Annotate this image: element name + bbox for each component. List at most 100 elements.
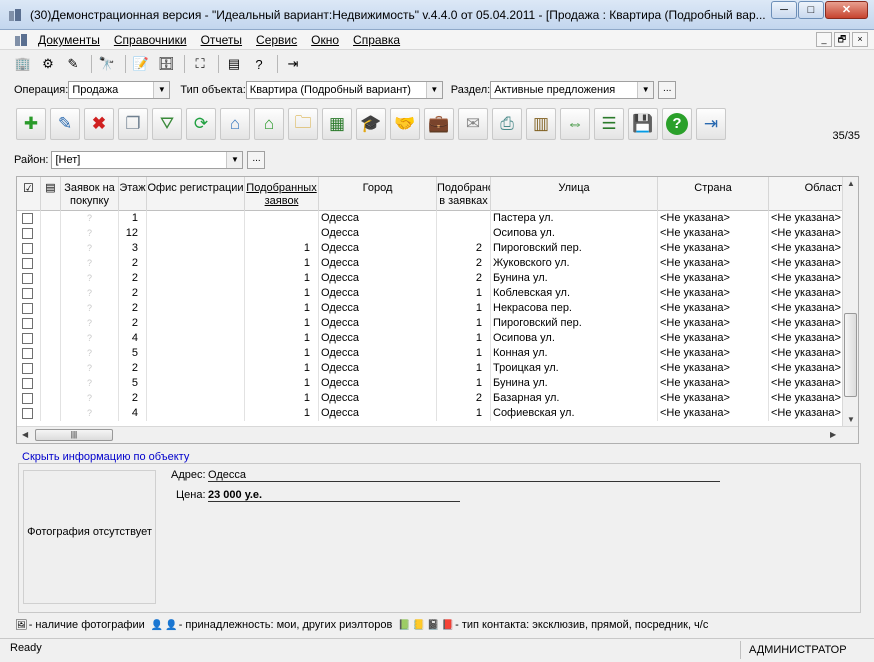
checkbox-icon[interactable]: [22, 288, 33, 299]
checkbox-icon[interactable]: [22, 273, 33, 284]
mdi-minimize-button[interactable]: _: [816, 32, 832, 47]
checklist-icon[interactable]: ✎: [62, 54, 84, 74]
checkbox-icon[interactable]: [22, 378, 33, 389]
row-checkbox[interactable]: [17, 256, 41, 271]
help-icon[interactable]: ?: [662, 108, 692, 140]
menu-reports[interactable]: Отчеты: [201, 33, 242, 47]
row-checkbox[interactable]: [17, 331, 41, 346]
vertical-scroll-thumb[interactable]: [844, 313, 857, 397]
column-header-street[interactable]: Улица: [491, 177, 658, 211]
table-row[interactable]: ? 5 1 Одесса 1 Бунина ул. <Не указана> <Не указ…: [17, 376, 843, 391]
row-checkbox[interactable]: [17, 376, 41, 391]
column-header-country[interactable]: Страна: [658, 177, 769, 211]
columns-icon[interactable]: ⇔: [560, 108, 590, 140]
search-house-icon[interactable]: ⌂: [220, 108, 250, 140]
column-header-region[interactable]: Област: [769, 177, 843, 211]
mark-column-icon[interactable]: ▤: [41, 177, 61, 211]
row-checkbox[interactable]: [17, 361, 41, 376]
row-checkbox[interactable]: [17, 286, 41, 301]
table-row[interactable]: ? 2 1 Одесса 1 Некрасова пер. <Не указана> <Не …: [17, 301, 843, 316]
chevron-down-icon[interactable]: ▼: [226, 152, 243, 168]
checkbox-icon[interactable]: [22, 213, 33, 224]
row-checkbox[interactable]: [17, 226, 41, 241]
section-select[interactable]: Активные предложения ▼: [490, 81, 655, 99]
row-checkbox[interactable]: [17, 271, 41, 286]
table-row[interactable]: ? 2 1 Одесса 2 Бунина ул. <Не указана> <Не указ…: [17, 271, 843, 286]
scroll-up-icon[interactable]: ▲: [847, 179, 855, 188]
checkbox-icon[interactable]: [22, 258, 33, 269]
menu-help[interactable]: Справка: [353, 33, 400, 47]
mdi-close-button[interactable]: ×: [852, 32, 868, 47]
copy-doc-icon[interactable]: ❐: [118, 108, 148, 140]
exit-icon[interactable]: ⇥: [282, 54, 304, 74]
card-icon[interactable]: ▤: [223, 54, 245, 74]
filter-add-icon[interactable]: ⛛: [152, 108, 182, 140]
column-header-matched[interactable]: Подобранных заявок: [245, 177, 319, 211]
column-header-office[interactable]: Офис регистрации: [147, 177, 245, 211]
operation-select[interactable]: Продажа ▼: [68, 81, 171, 99]
close-button[interactable]: ✕: [825, 1, 868, 19]
add-doc-icon[interactable]: ✚: [16, 108, 46, 140]
table-icon[interactable]: ▦: [322, 108, 352, 140]
binoculars-icon[interactable]: 🔭: [96, 54, 118, 74]
row-checkbox[interactable]: [17, 241, 41, 256]
tree-icon[interactable]: ⚙: [37, 54, 59, 74]
hide-info-link[interactable]: Скрыть информацию по объекту: [22, 451, 189, 463]
checkbox-icon[interactable]: [22, 408, 33, 419]
building-icon[interactable]: 🏢: [12, 54, 34, 74]
mdi-restore-button[interactable]: 🗗: [834, 32, 850, 47]
table-row[interactable]: ? 4 1 Одесса 1 Осипова ул. <Не указана> <Не ука…: [17, 331, 843, 346]
row-checkbox[interactable]: [17, 211, 41, 226]
row-checkbox[interactable]: [17, 316, 41, 331]
checkbox-icon[interactable]: [22, 348, 33, 359]
menu-window[interactable]: Окно: [311, 33, 339, 47]
checkbox-icon[interactable]: [22, 303, 33, 314]
object-type-select[interactable]: Квартира (Подробный вариант) ▼: [245, 81, 443, 99]
delete-icon[interactable]: ✖: [84, 108, 114, 140]
house-icon[interactable]: ⌂: [254, 108, 284, 140]
column-header-orders[interactable]: Заявок на покупку: [61, 177, 119, 211]
report-icon[interactable]: ☰: [594, 108, 624, 140]
menu-service[interactable]: Сервис: [256, 33, 297, 47]
chevron-down-icon[interactable]: ▼: [637, 82, 654, 98]
chevron-down-icon[interactable]: ▼: [425, 82, 442, 98]
table-row[interactable]: ? 2 1 Одесса 2 Жуковского ул. <Не указана> <Не …: [17, 256, 843, 271]
printer-icon[interactable]: ⎙: [492, 108, 522, 140]
notepad-icon[interactable]: 📝: [130, 54, 152, 74]
table-row[interactable]: ? 2 1 Одесса 1 Коблевская ул. <Не указана> <Не …: [17, 286, 843, 301]
district-select[interactable]: [Нет] ▼: [51, 151, 244, 169]
table-row[interactable]: ? 4 1 Одесса 1 Софиевская ул. <Не указана> <Не …: [17, 406, 843, 421]
table-row[interactable]: ? 3 1 Одесса 2 Пироговский пер. <Не указана> <Н…: [17, 241, 843, 256]
table-row[interactable]: ? 2 1 Одесса 2 Базарная ул. <Не указана> <Не ук…: [17, 391, 843, 406]
checkbox-icon[interactable]: [22, 228, 33, 239]
section-more-button[interactable]: ...: [658, 81, 677, 99]
edit-doc-icon[interactable]: ✎: [50, 108, 80, 140]
chevron-down-icon[interactable]: ▼: [153, 82, 170, 98]
scroll-left-icon[interactable]: ◀: [22, 430, 28, 439]
column-header-floor[interactable]: Этаж: [119, 177, 147, 211]
vertical-scrollbar[interactable]: ▲ ▼: [842, 177, 858, 427]
row-checkbox[interactable]: [17, 391, 41, 406]
row-checkbox[interactable]: [17, 346, 41, 361]
horizontal-scroll-thumb[interactable]: |||: [35, 429, 113, 441]
menu-references[interactable]: Справочники: [114, 33, 187, 47]
row-checkbox[interactable]: [17, 406, 41, 421]
checkbox-icon[interactable]: [22, 243, 33, 254]
checkbox-icon[interactable]: [22, 333, 33, 344]
select-all-checkbox[interactable]: ☑: [17, 177, 41, 211]
handshake-icon[interactable]: 🤝: [390, 108, 420, 140]
database-icon[interactable]: 🗄: [155, 54, 177, 74]
grid-view-icon[interactable]: ▥: [526, 108, 556, 140]
export-icon[interactable]: 💾: [628, 108, 658, 140]
checkbox-icon[interactable]: [22, 393, 33, 404]
briefcase-icon[interactable]: 💼: [424, 108, 454, 140]
table-row[interactable]: ? 2 1 Одесса 1 Троицкая ул. <Не указана> <Не ук…: [17, 361, 843, 376]
horizontal-scrollbar[interactable]: ◀ ||| ▶: [17, 426, 858, 443]
frame-icon[interactable]: ⛶: [189, 54, 211, 74]
menu-documents[interactable]: Документы: [38, 33, 100, 47]
maximize-button[interactable]: □: [798, 1, 824, 19]
district-more-button[interactable]: ...: [247, 151, 266, 169]
checkbox-icon[interactable]: [22, 363, 33, 374]
exit-icon[interactable]: ⇥: [696, 108, 726, 140]
column-header-city[interactable]: Город: [319, 177, 437, 211]
